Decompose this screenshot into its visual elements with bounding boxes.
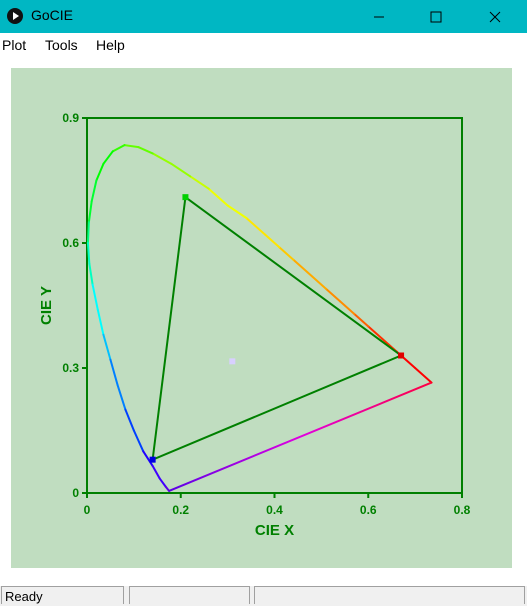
spectral-locus-segment xyxy=(278,246,295,261)
y-axis-label: CIE Y xyxy=(38,286,55,325)
status-bar: Ready xyxy=(0,586,527,606)
spectral-locus-segment xyxy=(151,464,161,480)
maximize-icon xyxy=(430,11,442,22)
minimize-icon xyxy=(374,16,384,17)
spectral-locus-segment xyxy=(414,367,433,384)
menu-help[interactable]: Help xyxy=(96,37,125,53)
spectral-locus-segment xyxy=(264,233,281,249)
spectral-locus-segment xyxy=(164,485,171,492)
spectral-locus-segment xyxy=(124,408,135,432)
spectral-locus-segment xyxy=(151,152,173,165)
white-point xyxy=(229,358,236,365)
y-tick-label: 0.9 xyxy=(62,111,79,125)
spectral-locus-segment xyxy=(207,187,229,207)
x-tick-label: 0.6 xyxy=(360,503,377,517)
spectral-locus-segment xyxy=(91,283,99,311)
gamut-vertex-red xyxy=(398,352,405,359)
x-tick-label: 0 xyxy=(84,503,91,517)
spectral-locus-segment xyxy=(245,217,267,236)
app-icon xyxy=(7,8,23,24)
spectral-locus-segment xyxy=(86,221,90,244)
x-tick-label: 0.8 xyxy=(454,503,471,517)
gamut-vertex-blue xyxy=(149,456,156,463)
spectral-locus-segment xyxy=(306,271,328,290)
spectral-locus-segment xyxy=(86,242,91,265)
status-cell-3 xyxy=(254,586,525,604)
y-tick-label: 0.3 xyxy=(62,361,79,375)
close-icon xyxy=(489,11,501,22)
cie-chart: 0 0.2 0.4 0.6 0.8 0 0.3 0.6 0.9 CIE X CIE Y xyxy=(38,111,471,539)
menu-plot[interactable]: Plot xyxy=(2,37,26,53)
maximize-button[interactable] xyxy=(413,0,459,33)
spectral-locus-segment xyxy=(102,333,112,361)
spectral-locus-segment xyxy=(170,162,192,178)
spectral-locus-segment xyxy=(95,162,105,182)
menu-tools[interactable]: Tools xyxy=(45,37,78,53)
gamut-triangle xyxy=(151,195,404,462)
title-bar: GoCIE xyxy=(0,0,527,33)
plot-panel: 0 0.2 0.4 0.6 0.8 0 0.3 0.6 0.9 CIE X CIE Y xyxy=(11,68,512,568)
spectral-locus-segment xyxy=(88,262,94,286)
spectral-locus-segment xyxy=(109,358,119,386)
status-cell-2 xyxy=(129,586,250,604)
spectral-locus-segment xyxy=(353,312,370,328)
window-title: GoCIE xyxy=(31,7,74,23)
plot-frame xyxy=(86,117,463,494)
spectral-locus-segment xyxy=(189,175,210,190)
menu-bar: Plot Tools Help xyxy=(0,33,527,57)
gamut-vertex-green xyxy=(182,194,189,201)
spectral-locus-segment xyxy=(111,144,126,153)
spectral-locus-segment xyxy=(123,144,140,149)
spectral-locus-segment xyxy=(158,477,167,488)
spectral-locus-segment xyxy=(90,179,98,203)
spectral-locus-segment xyxy=(292,258,309,274)
close-button[interactable] xyxy=(472,0,518,33)
x-tick-label: 0.2 xyxy=(172,503,189,517)
y-tick-label: 0.6 xyxy=(62,236,79,250)
spectral-locus-segment xyxy=(116,383,127,411)
spectral-locus-segment xyxy=(102,150,114,165)
x-tick-label: 0.4 xyxy=(266,503,283,517)
spectral-locus-segment xyxy=(137,146,154,155)
status-text: Ready xyxy=(1,586,124,604)
spectral-locus-segment xyxy=(226,204,248,219)
spectral-locus-segment xyxy=(325,287,342,303)
spectral-locus-segment xyxy=(96,308,105,336)
minimize-button[interactable] xyxy=(356,0,402,33)
spectral-locus-segment xyxy=(132,429,145,453)
x-axis-label: CIE X xyxy=(255,522,294,539)
spectral-locus-segment xyxy=(87,200,93,224)
y-tick-label: 0 xyxy=(72,486,79,500)
